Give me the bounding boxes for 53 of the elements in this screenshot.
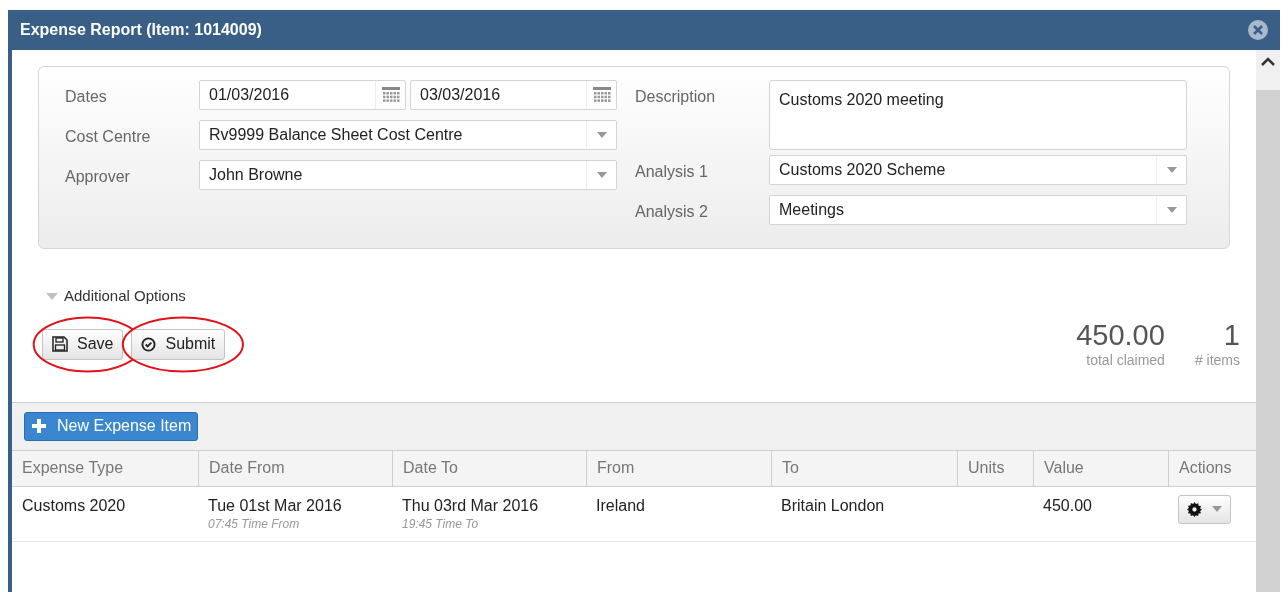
field-label: Description [635,87,717,107]
total-value: 450.00 [1076,317,1165,352]
column-header: Value [1033,450,1168,486]
select-field[interactable]: Customs 2020 Scheme [769,155,1187,185]
actions-menu-button[interactable] [1178,494,1231,524]
date-field[interactable]: 01/03/2016 [199,80,406,110]
dropdown-caret-icon [1212,506,1222,512]
save-button[interactable]: Save [42,328,124,360]
field-label: Approver [65,167,131,187]
dropdown-caret-icon [596,132,607,138]
field-label: Analysis 1 [635,162,709,182]
column-header: Expense Type [21,458,125,478]
table-cell-text: Customs 2020 [22,495,127,516]
total-label: # items [1194,351,1240,368]
additional-options-toggle[interactable]: Additional Options [64,285,186,308]
time-note: 07:45 Time From [208,515,301,532]
scrollbar[interactable] [1256,50,1280,592]
date-field[interactable]: 03/03/2016 [410,80,617,110]
total-label: total claimed [1086,351,1165,368]
dropdown-caret-icon [1166,167,1177,173]
select-field[interactable]: Meetings [769,195,1187,225]
select-field[interactable]: Rv9999 Balance Sheet Cost Centre [199,120,617,150]
submit-button[interactable]: Submit [131,328,226,360]
close-icon[interactable] [1248,20,1268,40]
total-value: 1 [1223,317,1240,352]
calendar-icon [381,87,400,103]
calendar-icon [592,87,611,103]
dropdown-caret-icon [596,172,607,178]
column-header: To [771,450,957,486]
field-label: Cost Centre [65,127,152,147]
table-cell-text: Tue 01st Mar 2016 [208,495,343,516]
plus-icon [31,418,47,434]
field-label: Dates [65,87,108,107]
select-field[interactable]: John Browne [199,160,617,190]
gear-icon [1187,501,1202,517]
dropdown-caret-icon [1166,207,1177,213]
check-circle-icon [141,336,157,352]
column-header: Actions [1168,450,1254,486]
table-cell-text: Thu 03rd Mar 2016 [402,495,540,516]
column-header: Units [957,450,1033,486]
table-cell-text: Ireland [596,495,646,516]
table-cell-text: Britain London [781,495,886,516]
new-expense-item-button[interactable]: New Expense Item [24,411,199,441]
column-header: Date To [392,450,586,486]
table-cell-text: 450.00 [1043,495,1093,516]
time-note: 19:45 Time To [402,515,480,532]
column-header: Date From [198,450,392,486]
scroll-up-icon[interactable] [1261,56,1275,66]
field-label: Analysis 2 [635,202,709,222]
description-field[interactable]: Customs 2020 meeting [769,80,1187,150]
expand-triangle-icon[interactable] [46,292,58,300]
window-title: Expense Report (Item: 1014009) [20,20,263,40]
column-header: From [586,450,771,486]
